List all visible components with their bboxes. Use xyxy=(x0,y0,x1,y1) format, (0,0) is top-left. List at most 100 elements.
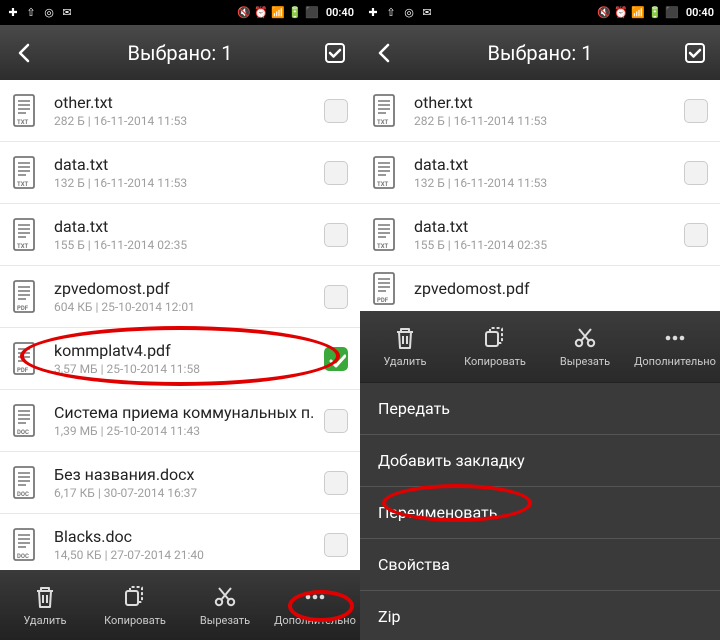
file-type-icon: PDF xyxy=(372,272,402,306)
upload-icon: ⇧ xyxy=(384,6,398,20)
header-bar: Выбрано: 1 xyxy=(0,25,360,80)
status-bar: ✚ ⇧ ◎ ✉ 🔇 ⏰ 📶 🔋 ⬛ 00:40 xyxy=(0,0,360,25)
delete-button[interactable]: Удалить xyxy=(360,311,450,382)
file-type-icon: TXT xyxy=(372,94,402,128)
svg-text:DOC: DOC xyxy=(17,553,29,560)
selection-checkbox[interactable] xyxy=(684,223,708,247)
plus-icon: ✚ xyxy=(366,6,380,20)
file-row[interactable]: TXT data.txt 132 Б | 16-11-2014 11:53 xyxy=(360,142,720,204)
back-button[interactable] xyxy=(370,38,400,68)
mail-icon: ✉ xyxy=(60,6,74,20)
file-type-icon: DOC xyxy=(12,466,42,500)
delete-label: Удалить xyxy=(383,355,426,368)
overlay-menu-item[interactable]: Zip xyxy=(360,591,720,642)
file-list[interactable]: TXT other.txt 282 Б | 16-11-2014 11:53 T… xyxy=(0,80,360,570)
cut-label: Вырезать xyxy=(200,614,250,627)
file-row[interactable]: TXT other.txt 282 Б | 16-11-2014 11:53 xyxy=(0,80,360,142)
copy-button[interactable]: Копировать xyxy=(450,311,540,382)
copy-icon xyxy=(122,584,148,610)
more-icon xyxy=(302,584,328,610)
file-type-icon: PDF xyxy=(12,342,42,376)
header-title: Выбрано: 1 xyxy=(400,41,680,65)
selection-checkbox[interactable] xyxy=(324,223,348,247)
more-label: Дополнительно xyxy=(634,355,716,368)
delete-button[interactable]: Удалить xyxy=(0,570,90,640)
file-name: other.txt xyxy=(54,93,324,112)
file-name: zpvedomost.pdf xyxy=(54,279,324,298)
file-name: other.txt xyxy=(414,93,684,112)
svg-text:PDF: PDF xyxy=(17,305,29,312)
more-icon xyxy=(662,325,688,351)
alarm-icon: ⏰ xyxy=(614,6,628,20)
back-button[interactable] xyxy=(10,38,40,68)
file-meta: 3,57 МБ | 25-10-2014 11:58 xyxy=(54,362,324,376)
overlay-menu-item[interactable]: Добавить закладку xyxy=(360,435,720,487)
file-row[interactable]: DOC Без названия.docx 6,17 КБ | 30-07-20… xyxy=(0,452,360,514)
file-type-icon: DOC xyxy=(12,528,42,562)
file-row[interactable]: DOC Blacks.doc 14,50 КБ | 27-07-2014 21:… xyxy=(0,514,360,570)
svg-text:PDF: PDF xyxy=(17,367,29,374)
more-button[interactable]: Дополнительно xyxy=(630,311,720,382)
overlay-menu-item[interactable]: Переименовать xyxy=(360,487,720,539)
more-button[interactable]: Дополнительно xyxy=(270,570,360,640)
selection-checkbox[interactable] xyxy=(324,471,348,495)
cut-icon xyxy=(212,584,238,610)
more-label: Дополнительно xyxy=(274,614,356,627)
file-type-icon: TXT xyxy=(372,156,402,190)
file-row[interactable]: TXT data.txt 132 Б | 16-11-2014 11:53 xyxy=(0,142,360,204)
file-row[interactable]: PDF zpvedomost.pdf 604 КБ | 25-10-2014 1… xyxy=(360,266,720,313)
selection-checkbox[interactable] xyxy=(324,533,348,557)
file-type-icon: TXT xyxy=(372,218,402,252)
cut-button[interactable]: Вырезать xyxy=(180,570,270,640)
overlay-menu-item[interactable]: Свойства xyxy=(360,539,720,591)
cut-button[interactable]: Вырезать xyxy=(540,311,630,382)
file-type-icon: TXT xyxy=(12,156,42,190)
file-name: Система приема коммунальных п. xyxy=(54,403,324,422)
file-name: data.txt xyxy=(414,155,684,174)
svg-text:TXT: TXT xyxy=(17,243,29,250)
overlay-menu-item[interactable]: Передать xyxy=(360,383,720,435)
file-meta: 155 Б | 16-11-2014 02:35 xyxy=(414,238,684,252)
file-type-icon: DOC xyxy=(12,404,42,438)
svg-text:PDF: PDF xyxy=(377,297,389,304)
file-name: zpvedomost.pdf xyxy=(414,279,708,298)
file-type-icon: PDF xyxy=(12,280,42,314)
selection-checkbox[interactable] xyxy=(324,99,348,123)
selection-checkbox[interactable] xyxy=(684,161,708,185)
selection-checkbox[interactable] xyxy=(324,347,348,371)
copy-label: Копировать xyxy=(104,614,166,627)
file-row[interactable]: TXT other.txt 282 Б | 16-11-2014 11:53 xyxy=(360,80,720,142)
file-row[interactable]: TXT data.txt 155 Б | 16-11-2014 02:35 xyxy=(0,204,360,266)
selection-checkbox[interactable] xyxy=(324,285,348,309)
battery-icon: 🔋 xyxy=(648,6,662,20)
wifi-icon: 📶 xyxy=(631,6,645,20)
header-title: Выбрано: 1 xyxy=(40,41,320,65)
svg-text:TXT: TXT xyxy=(377,243,389,250)
file-row[interactable]: TXT data.txt 155 Б | 16-11-2014 02:35 xyxy=(360,204,720,266)
selection-checkbox[interactable] xyxy=(324,161,348,185)
svg-text:TXT: TXT xyxy=(17,181,29,188)
trash-icon xyxy=(392,325,418,351)
file-meta: 132 Б | 16-11-2014 11:53 xyxy=(54,176,324,190)
file-row[interactable]: PDF zpvedomost.pdf 604 КБ | 25-10-2014 1… xyxy=(0,266,360,328)
selection-checkbox[interactable] xyxy=(324,409,348,433)
selection-checkbox[interactable] xyxy=(684,99,708,123)
wifi-icon: 📶 xyxy=(271,6,285,20)
trash-icon xyxy=(32,584,58,610)
select-all-button[interactable] xyxy=(680,38,710,68)
file-meta: 604 КБ | 25-10-2014 12:01 xyxy=(54,300,324,314)
select-all-button[interactable] xyxy=(320,38,350,68)
file-row[interactable]: PDF kommplatv4.pdf 3,57 МБ | 25-10-2014 … xyxy=(0,328,360,390)
file-name: data.txt xyxy=(54,217,324,236)
file-meta: 132 Б | 16-11-2014 11:53 xyxy=(414,176,684,190)
svg-text:DOC: DOC xyxy=(17,491,29,498)
svg-text:TXT: TXT xyxy=(17,119,29,126)
file-name: Blacks.doc xyxy=(54,527,324,546)
copy-button[interactable]: Копировать xyxy=(90,570,180,640)
file-meta: 282 Б | 16-11-2014 11:53 xyxy=(414,114,684,128)
mail-icon: ✉ xyxy=(420,6,434,20)
file-row[interactable]: DOC Система приема коммунальных п. 1,39 … xyxy=(0,390,360,452)
file-name: Без названия.docx xyxy=(54,465,324,484)
svg-text:DOC: DOC xyxy=(17,429,29,436)
clock: 00:40 xyxy=(686,6,714,19)
